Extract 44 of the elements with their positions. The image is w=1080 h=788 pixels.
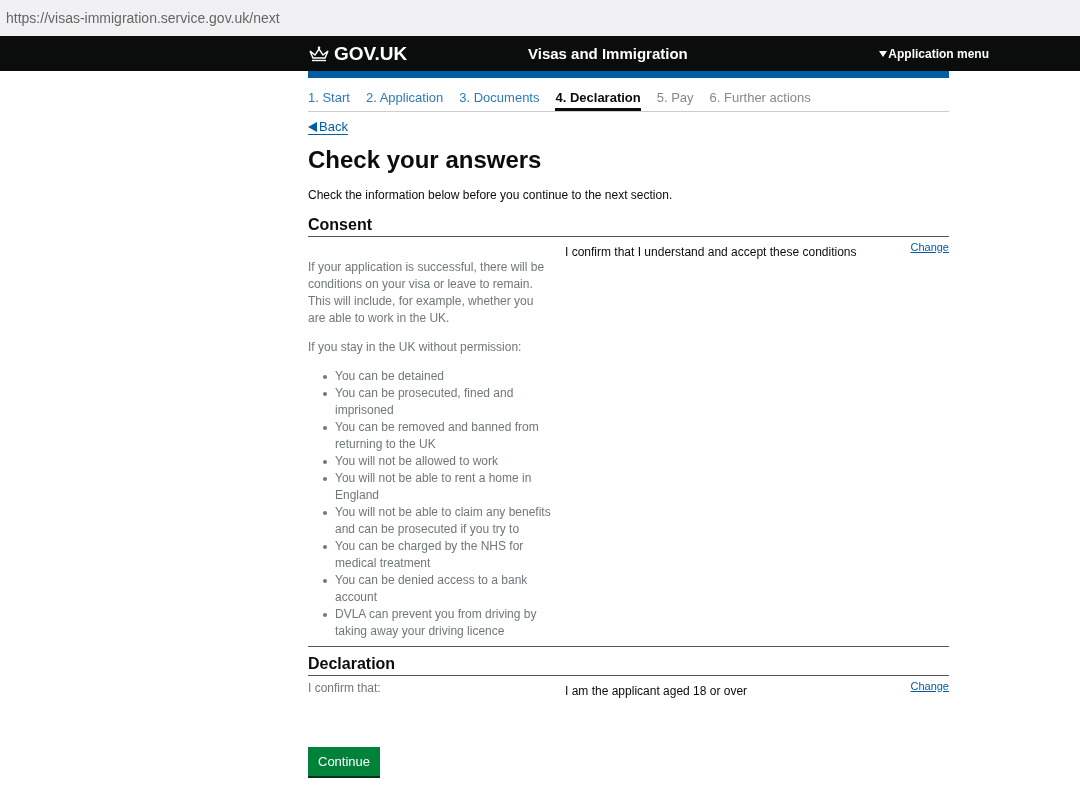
- application-menu-button[interactable]: Application menu: [879, 46, 989, 61]
- crown-icon: [308, 45, 330, 62]
- list-item: You can be prosecuted, fined and imprisoned: [335, 384, 515, 419]
- continue-button[interactable]: Continue: [308, 746, 381, 776]
- answer-text: I am the applicant aged 18 or over: [565, 683, 748, 698]
- progress-step: 6. Further actions: [709, 90, 811, 111]
- list-item: You can be denied access to a bank account: [335, 571, 529, 606]
- intro-text: Check the information below before you continue to the next section.: [308, 187, 674, 202]
- question-text: If you stay in the UK without permission:: [308, 338, 523, 356]
- back-link[interactable]: Back: [308, 119, 348, 135]
- bullet-icon: [323, 374, 327, 379]
- progress-step[interactable]: 4. Declaration: [555, 90, 641, 111]
- list-item: DVLA can prevent you from driving by taking away your driving licence: [335, 605, 538, 640]
- question-text: I confirm that:: [308, 679, 382, 697]
- caret-icon: [879, 50, 888, 57]
- progress-step[interactable]: 1. Start: [308, 90, 350, 111]
- change-link[interactable]: Change: [910, 238, 949, 253]
- question-text: If your application is successful, there will be conditions on your visa or leave to remain. This will include, for example, whether you are able to work in the UK.: [308, 258, 546, 327]
- bullet-icon: [323, 459, 327, 464]
- list-item: You will not be allowed to work: [335, 452, 498, 470]
- bullet-icon: [323, 425, 327, 430]
- service-name: Visas and Immigration: [528, 45, 689, 62]
- bullet-icon: [323, 578, 327, 583]
- bullet-icon: [323, 612, 327, 617]
- progress-step[interactable]: 3. Documents: [459, 90, 540, 111]
- triangle-left-icon: [308, 121, 317, 132]
- progress-step[interactable]: 2. Application: [365, 90, 444, 111]
- list-item: You can be removed and banned from returning to the UK: [335, 418, 540, 453]
- section-heading: Declaration: [308, 654, 949, 676]
- page-title: Check your answers: [308, 145, 543, 174]
- govuk-logo-text[interactable]: GOV.UK: [334, 42, 408, 65]
- change-link[interactable]: Change: [910, 677, 949, 692]
- list-item: You can be detained: [335, 367, 444, 385]
- bullet-icon: [323, 510, 327, 515]
- address-bar[interactable]: https://visas-immigration.service.gov.uk/next: [0, 0, 1080, 36]
- progress-step: 5. Pay: [656, 90, 694, 111]
- answer-text: I confirm that I understand and accept these conditions: [565, 244, 857, 259]
- bullet-icon: [323, 544, 327, 549]
- bullet-icon: [323, 391, 327, 396]
- bullet-icon: [323, 476, 327, 481]
- list-item: You will not be able to rent a home in England: [335, 469, 533, 504]
- list-item: You will not be able to claim any benefits and can be prosecuted if you try to: [335, 503, 552, 538]
- list-item: You can be charged by the NHS for medical treatment: [335, 537, 525, 572]
- section-heading: Consent: [308, 215, 949, 237]
